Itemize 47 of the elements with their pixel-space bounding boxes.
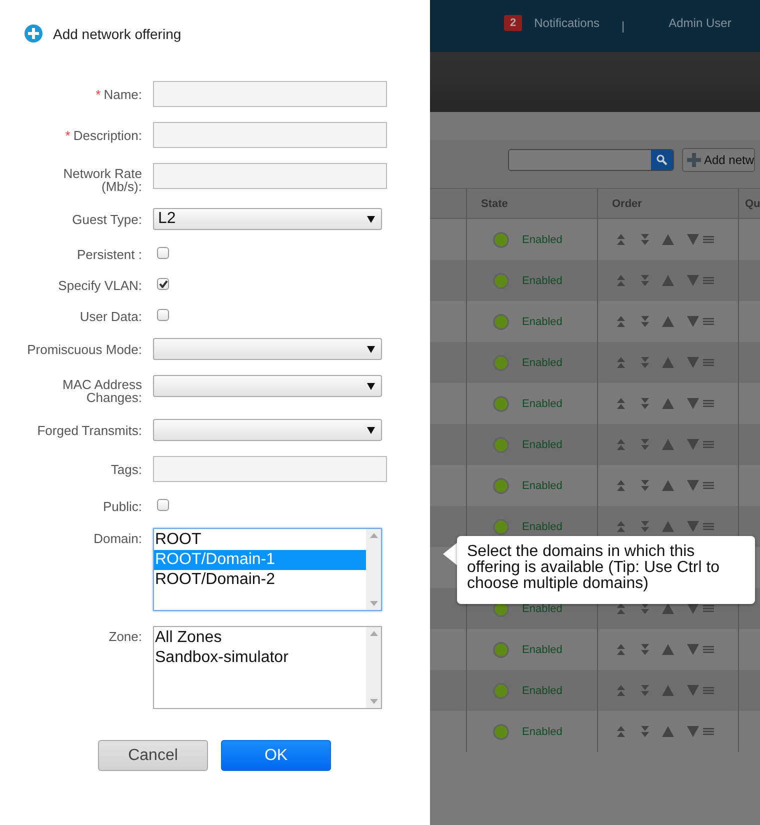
list-option[interactable]: All Zones xyxy=(154,628,366,648)
list-option[interactable]: Sandbox-simulator xyxy=(154,648,366,668)
cancel-button[interactable]: Cancel xyxy=(98,740,208,771)
state-text: Enabled xyxy=(522,684,562,696)
list-box[interactable]: ROOT ROOT/Domain-1 ROOT/Domain-2 xyxy=(153,528,382,611)
required-marker: * xyxy=(65,128,70,143)
label-text: Tags: xyxy=(110,462,142,477)
label-text: Network Rate (Mb/s): xyxy=(63,166,142,194)
separator: | xyxy=(622,19,625,33)
label-text: Name: xyxy=(104,87,142,102)
tooltip: Select the domains in which this offering is available (Tip: Use Ctrl to choose multiple domains) xyxy=(457,536,755,604)
list-option[interactable]: ROOT/Domain-2 xyxy=(154,570,366,590)
label-text: Promiscuous Mode: xyxy=(27,342,142,357)
state-text: Enabled xyxy=(522,398,562,410)
dropdown[interactable]: L2 xyxy=(153,208,382,230)
notification-count: 2 xyxy=(504,15,522,31)
state-text: Enabled xyxy=(522,438,562,450)
column-header: Qu xyxy=(745,198,760,210)
state-text: Enabled xyxy=(522,726,562,738)
label-text: Description: xyxy=(73,128,142,143)
label-text: MAC Address Changes: xyxy=(62,377,142,405)
state-text: Enabled xyxy=(522,274,562,286)
list-option[interactable]: ROOT xyxy=(154,530,366,550)
state-text: Enabled xyxy=(522,520,562,532)
state-text: Enabled xyxy=(522,316,562,328)
notifications-link[interactable]: Notifications xyxy=(534,16,600,30)
state-text: Enabled xyxy=(522,480,562,492)
state-text: Enabled xyxy=(522,602,562,614)
label-text: User Data: xyxy=(80,309,142,324)
column-header: Order xyxy=(612,198,642,210)
label-text: Zone: xyxy=(108,629,142,644)
state-text: Enabled xyxy=(522,644,562,656)
required-marker: * xyxy=(96,87,101,102)
state-text: Enabled xyxy=(522,234,562,246)
state-text: Enabled xyxy=(522,356,562,368)
label-text: Domain: xyxy=(94,531,142,546)
user-menu[interactable]: Admin User xyxy=(668,16,732,30)
label-text: Persistent : xyxy=(76,247,142,262)
label-text: Forged Transmits: xyxy=(37,423,142,438)
column-header: State xyxy=(481,198,508,210)
add-button[interactable]: Add netw xyxy=(682,148,756,172)
list-box[interactable]: All Zones Sandbox-simulator xyxy=(153,626,382,709)
label-text: Public: xyxy=(102,499,142,514)
label-text: Guest Type: xyxy=(72,212,142,227)
dialog-title: Add network offering xyxy=(53,26,182,42)
label-text: Specify VLAN: xyxy=(58,278,142,293)
ok-button[interactable]: OK xyxy=(221,740,331,771)
